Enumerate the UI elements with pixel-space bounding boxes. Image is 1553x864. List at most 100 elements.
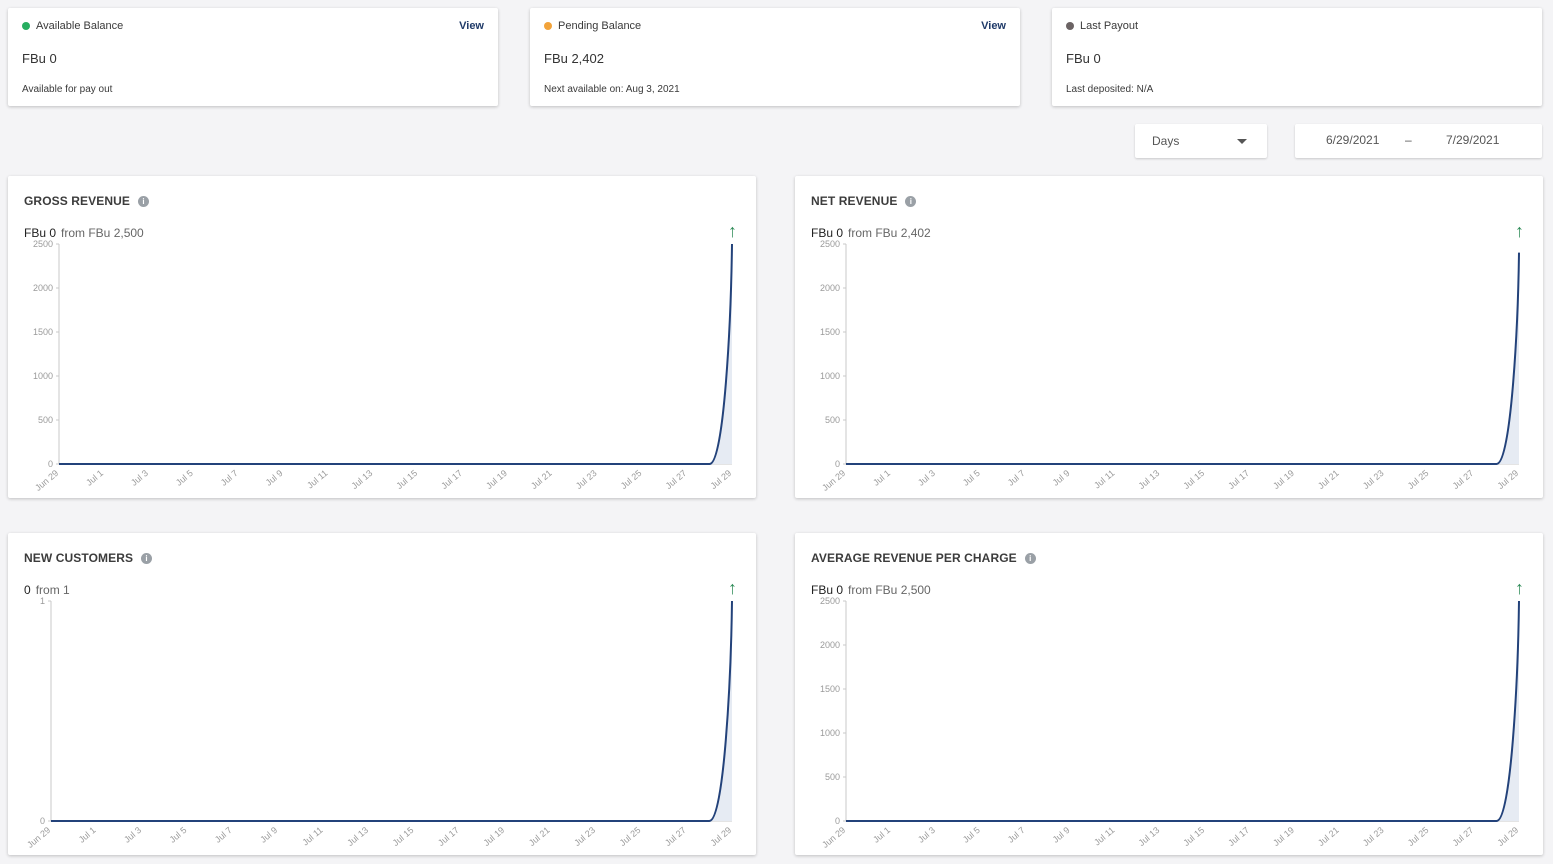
x-tick-label: Jun 29 [820,825,847,850]
y-tick-label: 0 [40,816,45,826]
card-title: Last Payout [1080,20,1139,32]
y-tick-label: 2000 [820,283,840,293]
x-tick-label: Jul 11 [1092,468,1116,491]
x-tick-label: Jul 27 [1451,825,1476,848]
x-tick-label: Jul 25 [1406,468,1431,491]
y-tick-label: 2500 [820,596,840,606]
x-tick-label: Jul 15 [391,825,416,848]
date-range-picker[interactable]: 6/29/2021 – 7/29/2021 [1295,124,1542,158]
net-revenue-chart-card: NET REVENUE i FBu 0 from FBu 2,402 ↑ 0 500 1… [795,176,1543,498]
y-tick-label: 500 [38,415,53,425]
start-date-input[interactable]: 6/29/2021 [1326,133,1379,147]
x-tick-label: Jul 23 [572,825,597,848]
date-separator: – [1405,133,1412,147]
x-tick-label: Jul 1 [871,468,892,488]
x-tick-label: Jul 21 [1316,468,1341,491]
view-pending-balance-link[interactable]: View [981,20,1006,32]
x-tick-label: Jul 15 [1181,468,1206,491]
last-payout-card: Last Payout FBu 0 Last deposited: N/A [1052,8,1542,106]
x-tick-label: Jul 19 [484,468,509,491]
balance-amount: FBu 0 [1066,51,1101,66]
x-tick-label: Jul 9 [264,468,285,488]
x-tick-label: Jul 17 [439,468,464,491]
status-dot-icon [22,22,30,30]
new-customers-plot: 0 1 Jun 29 Jul 1 Jul 3 Jul 5 Jul 7 Jul 9 Jul 11 J… [25,596,733,850]
x-tick-label: Jul 19 [1271,468,1296,491]
y-tick-label: 500 [825,415,840,425]
gross-revenue-plot: 0 500 1000 1500 2000 2500 Jun 29 Jul 1 Jul 3 Jul … [33,239,733,493]
x-tick-label: Jul 13 [1137,468,1162,491]
series-area [51,601,732,821]
x-tick-label: Jul 21 [527,825,552,848]
view-available-balance-link[interactable]: View [459,20,484,32]
balance-amount: FBu 0 [22,51,57,66]
y-tick-label: 0 [48,459,53,469]
series-line [59,243,733,465]
x-tick-label: Jul 15 [1181,825,1206,848]
x-tick-label: Jul 5 [174,468,195,488]
end-date-input[interactable]: 7/29/2021 [1446,133,1499,147]
series-area [59,244,732,464]
x-tick-label: Jul 25 [619,468,644,491]
x-tick-label: Jul 7 [219,468,240,488]
x-tick-label: Jul 7 [1006,825,1027,845]
x-tick-label: Jul 25 [1406,825,1431,848]
y-tick-label: 1500 [820,684,840,694]
period-select[interactable]: Days [1135,124,1267,158]
x-tick-label: Jul 23 [1361,825,1386,848]
x-tick-label: Jul 17 [1226,825,1251,848]
x-tick-label: Jun 29 [820,468,847,493]
x-tick-label: Jul 23 [574,468,599,491]
y-tick-label: 1500 [820,327,840,337]
x-tick-label: Jul 5 [167,825,188,845]
balance-subtext: Next available on: Aug 3, 2021 [544,84,680,95]
x-tick-label: Jul 23 [1361,468,1386,491]
y-tick-label: 0 [835,459,840,469]
status-dot-icon [544,22,552,30]
x-tick-label: Jul 17 [1226,468,1251,491]
card-title: Available Balance [36,20,124,32]
balance-subtext: Last deposited: N/A [1066,84,1154,95]
x-tick-label: Jun 29 [25,825,52,850]
series-area [846,252,1519,464]
y-tick-label: 1000 [820,371,840,381]
x-tick-label: Jul 29 [708,825,733,848]
average-revenue-plot: 0 500 1000 1500 2000 2500 Jun 29 Jul 1 Jul 3 Jul … [820,596,1520,850]
y-tick-label: 2500 [820,239,840,249]
x-tick-label: Jul 5 [961,468,982,488]
x-tick-label: Jul 1 [84,468,105,488]
new-customers-chart-card: NEW CUSTOMERS i 0 from 1 ↑ 0 1 Jun 29 Jul 1 Ju… [8,533,756,855]
x-tick-label: Jul 11 [1092,825,1116,848]
net-revenue-plot: 0 500 1000 1500 2000 2500 Jun 29 Jul 1 Jul 3 Jul … [820,239,1520,493]
x-tick-label: Jul 7 [1006,468,1027,488]
y-tick-label: 500 [825,772,840,782]
x-tick-label: Jul 25 [618,825,643,848]
y-tick-label: 2500 [33,239,53,249]
series-line [51,600,733,822]
x-tick-label: Jul 9 [1051,825,1072,845]
y-tick-label: 1000 [820,728,840,738]
y-tick-label: 0 [835,816,840,826]
y-tick-label: 2000 [820,640,840,650]
x-tick-label: Jul 19 [1271,825,1296,848]
x-tick-label: Jul 9 [1051,468,1072,488]
x-tick-label: Jul 11 [300,825,324,848]
available-balance-card: Available Balance View FBu 0 Available f… [8,8,498,106]
x-tick-label: Jul 3 [129,468,150,488]
x-tick-label: Jul 29 [708,468,733,491]
x-tick-label: Jul 7 [213,825,234,845]
x-tick-label: Jul 1 [871,825,892,845]
status-dot-icon [1066,22,1074,30]
y-tick-label: 1500 [33,327,53,337]
x-tick-label: Jul 21 [529,468,554,491]
x-tick-label: Jul 29 [1495,825,1520,848]
x-tick-label: Jul 3 [122,825,143,845]
x-tick-label: Jul 13 [350,468,375,491]
caret-down-icon [1237,139,1247,144]
x-tick-label: Jul 15 [394,468,419,491]
y-tick-label: 1000 [33,371,53,381]
y-tick-label: 1 [40,596,45,606]
card-title: Pending Balance [558,20,642,32]
x-tick-label: Jul 13 [1137,825,1162,848]
series-line [846,252,1520,465]
